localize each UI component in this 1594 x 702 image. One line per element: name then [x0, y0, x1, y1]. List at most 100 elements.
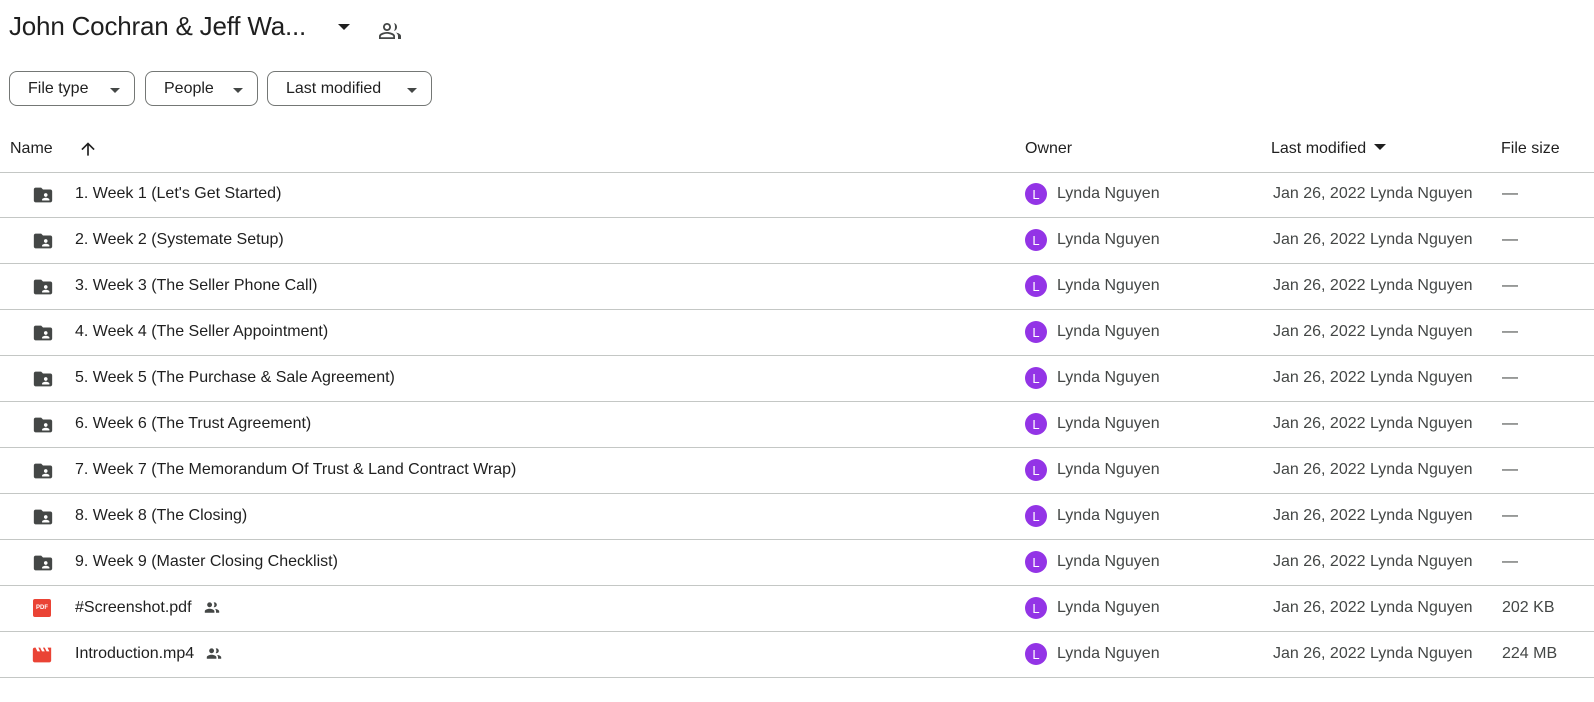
- file-name[interactable]: 5. Week 5 (The Purchase & Sale Agreement…: [75, 369, 395, 387]
- owner-name: Lynda Nguyen: [1057, 369, 1160, 386]
- owner-name: Lynda Nguyen: [1057, 645, 1160, 662]
- last-modified-value: Jan 26, 2022 Lynda Nguyen: [1273, 599, 1473, 616]
- file-name-label: 8. Week 8 (The Closing): [75, 507, 248, 524]
- table-row[interactable]: 8. Week 8 (The Closing) L Lynda Nguyen J…: [0, 494, 1594, 540]
- file-name[interactable]: #Screenshot.pdf: [75, 599, 222, 617]
- shared-folder-icon: [33, 509, 53, 525]
- file-name[interactable]: 1. Week 1 (Let's Get Started): [75, 185, 281, 203]
- file-name[interactable]: 2. Week 2 (Systemate Setup): [75, 231, 284, 249]
- shared-folder-icon: [33, 233, 53, 249]
- shared-folder-icon: [33, 463, 53, 479]
- file-size-value: —: [1502, 277, 1518, 294]
- avatar: L: [1025, 183, 1047, 205]
- shared-icon: [204, 602, 219, 613]
- chevron-down-icon: [233, 88, 243, 93]
- shared-folder-icon: [33, 187, 53, 203]
- owner-name: Lynda Nguyen: [1057, 461, 1160, 478]
- file-name-label: Introduction.mp4: [75, 645, 195, 662]
- avatar: L: [1025, 275, 1047, 297]
- people-filter-label: People: [164, 79, 214, 97]
- file-size-value: 202 KB: [1502, 599, 1555, 616]
- file-type-filter-label: File type: [28, 79, 89, 97]
- avatar: L: [1025, 229, 1047, 251]
- chevron-down-icon: [110, 88, 120, 93]
- file-type-filter[interactable]: File type: [9, 71, 135, 106]
- folder-title[interactable]: John Cochran & Jeff Wa...: [9, 11, 306, 42]
- chevron-down-icon: [407, 88, 417, 93]
- file-size-value: —: [1502, 553, 1518, 570]
- file-size-value: —: [1502, 231, 1518, 248]
- file-list: 1. Week 1 (Let's Get Started) L Lynda Ng…: [0, 172, 1594, 678]
- shared-folder-icon: [33, 325, 53, 341]
- file-name-label: 4. Week 4 (The Seller Appointment): [75, 323, 329, 340]
- file-size-value: —: [1502, 461, 1518, 478]
- last-modified-value: Jan 26, 2022 Lynda Nguyen: [1273, 415, 1473, 432]
- table-row[interactable]: 2. Week 2 (Systemate Setup) L Lynda Nguy…: [0, 218, 1594, 264]
- file-name-label: 5. Week 5 (The Purchase & Sale Agreement…: [75, 369, 395, 386]
- table-row[interactable]: 1. Week 1 (Let's Get Started) L Lynda Ng…: [0, 172, 1594, 218]
- avatar: L: [1025, 321, 1047, 343]
- file-name[interactable]: 7. Week 7 (The Memorandum Of Trust & Lan…: [75, 461, 516, 479]
- file-size-column-header[interactable]: File size: [1501, 140, 1560, 158]
- avatar: L: [1025, 459, 1047, 481]
- name-column-header[interactable]: Name: [10, 140, 53, 158]
- shared-folder-icon: [33, 417, 53, 433]
- table-row[interactable]: 7. Week 7 (The Memorandum Of Trust & Lan…: [0, 448, 1594, 494]
- file-size-value: —: [1502, 185, 1518, 202]
- last-modified-value: Jan 26, 2022 Lynda Nguyen: [1273, 553, 1473, 570]
- file-name[interactable]: 4. Week 4 (The Seller Appointment): [75, 323, 328, 341]
- file-name[interactable]: 6. Week 6 (The Trust Agreement): [75, 415, 311, 433]
- shared-icon: [206, 648, 222, 659]
- file-name-label: 9. Week 9 (Master Closing Checklist): [75, 553, 338, 570]
- chevron-down-icon[interactable]: [338, 24, 350, 30]
- pdf-icon-label: PDF: [36, 605, 48, 611]
- people-icon[interactable]: [378, 19, 402, 43]
- owner-column-header[interactable]: Owner: [1025, 140, 1072, 158]
- last-modified-value: Jan 26, 2022 Lynda Nguyen: [1273, 277, 1473, 294]
- sort-ascending-icon[interactable]: [78, 139, 98, 159]
- owner-name: Lynda Nguyen: [1057, 553, 1160, 570]
- table-header: Name Owner Last modified File size: [0, 130, 1594, 173]
- people-filter[interactable]: People: [145, 71, 258, 106]
- file-name-label: 7. Week 7 (The Memorandum Of Trust & Lan…: [75, 461, 517, 478]
- owner-name: Lynda Nguyen: [1057, 231, 1160, 248]
- last-modified-value: Jan 26, 2022 Lynda Nguyen: [1273, 461, 1473, 478]
- owner-name: Lynda Nguyen: [1057, 277, 1160, 294]
- shared-folder-icon: [33, 371, 53, 387]
- last-modified-value: Jan 26, 2022 Lynda Nguyen: [1273, 507, 1473, 524]
- file-name[interactable]: 3. Week 3 (The Seller Phone Call): [75, 277, 317, 295]
- table-row[interactable]: 9. Week 9 (Master Closing Checklist) L L…: [0, 540, 1594, 586]
- last-modified-value: Jan 26, 2022 Lynda Nguyen: [1273, 645, 1473, 662]
- avatar: L: [1025, 597, 1047, 619]
- table-row[interactable]: 6. Week 6 (The Trust Agreement) L Lynda …: [0, 402, 1594, 448]
- pdf-icon: PDF: [33, 599, 51, 617]
- sort-descending-icon: [1374, 144, 1387, 150]
- owner-name: Lynda Nguyen: [1057, 185, 1160, 202]
- last-modified-column-label: Last modified: [1271, 140, 1367, 157]
- file-name[interactable]: 9. Week 9 (Master Closing Checklist): [75, 553, 338, 571]
- file-name-label: 6. Week 6 (The Trust Agreement): [75, 415, 312, 432]
- file-name-label: #Screenshot.pdf: [75, 599, 192, 616]
- avatar: L: [1025, 367, 1047, 389]
- file-size-value: —: [1502, 507, 1518, 524]
- file-name-label: 3. Week 3 (The Seller Phone Call): [75, 277, 318, 294]
- file-name[interactable]: 8. Week 8 (The Closing): [75, 507, 247, 525]
- file-name[interactable]: Introduction.mp4: [75, 645, 224, 663]
- last-modified-filter[interactable]: Last modified: [267, 71, 432, 106]
- shared-folder-icon: [33, 279, 53, 295]
- table-row[interactable]: PDF #Screenshot.pdf L Lynda Nguyen Jan 2…: [0, 586, 1594, 632]
- table-row[interactable]: 4. Week 4 (The Seller Appointment) L Lyn…: [0, 310, 1594, 356]
- owner-name: Lynda Nguyen: [1057, 507, 1160, 524]
- owner-name: Lynda Nguyen: [1057, 599, 1160, 616]
- table-row[interactable]: 5. Week 5 (The Purchase & Sale Agreement…: [0, 356, 1594, 402]
- last-modified-value: Jan 26, 2022 Lynda Nguyen: [1273, 231, 1473, 248]
- file-size-value: —: [1502, 323, 1518, 340]
- owner-name: Lynda Nguyen: [1057, 323, 1160, 340]
- shared-folder-icon: [33, 555, 53, 571]
- last-modified-value: Jan 26, 2022 Lynda Nguyen: [1273, 323, 1473, 340]
- table-row[interactable]: Introduction.mp4 L Lynda Nguyen Jan 26, …: [0, 632, 1594, 678]
- table-row[interactable]: 3. Week 3 (The Seller Phone Call) L Lynd…: [0, 264, 1594, 310]
- last-modified-filter-label: Last modified: [286, 79, 382, 97]
- last-modified-column-header[interactable]: Last modified: [1271, 140, 1387, 158]
- avatar: L: [1025, 413, 1047, 435]
